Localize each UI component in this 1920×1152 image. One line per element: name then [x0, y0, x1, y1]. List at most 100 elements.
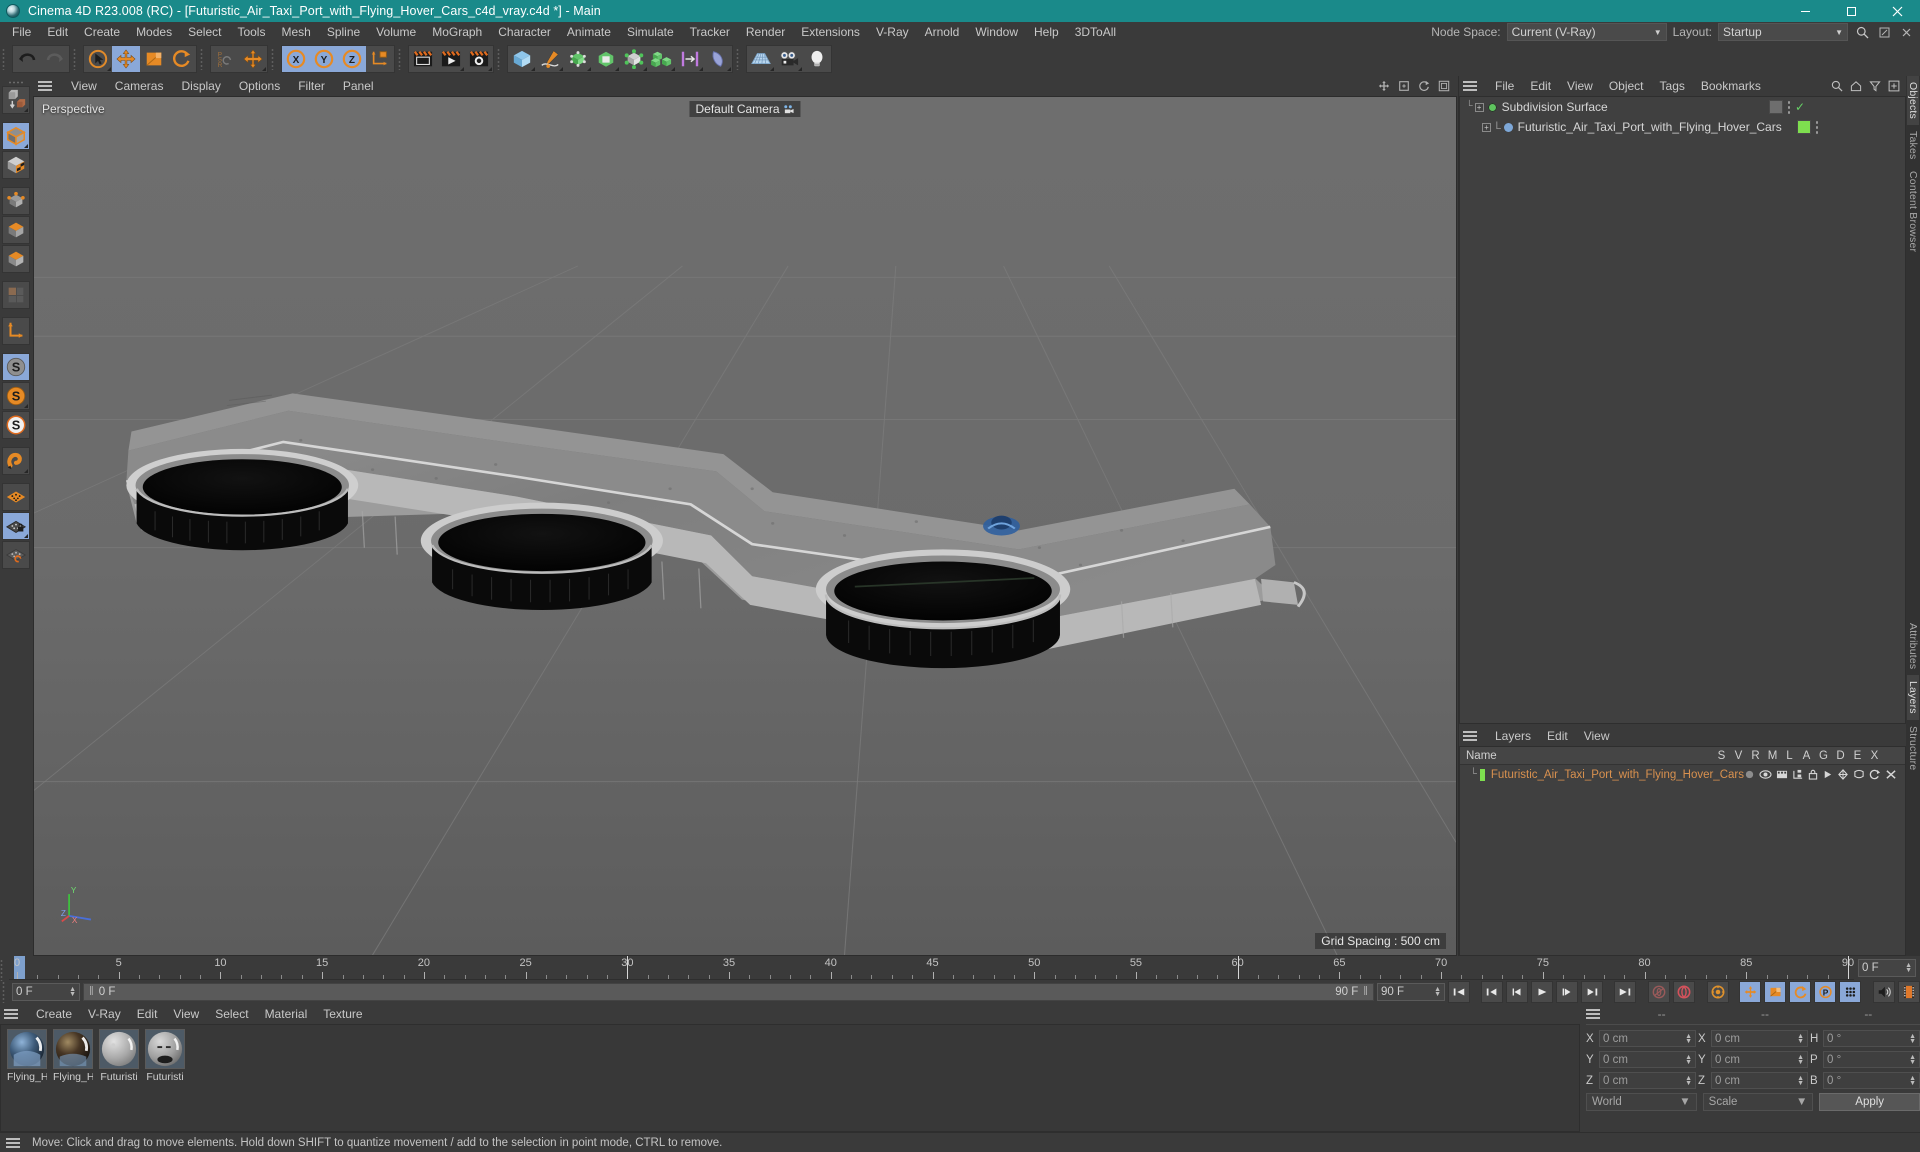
status-bar-menu-icon[interactable]: [6, 1136, 22, 1150]
toolbar-drag-handle[interactable]: [73, 45, 80, 73]
material-thumbnail[interactable]: [53, 1029, 93, 1069]
menu-character[interactable]: Character: [490, 22, 559, 42]
rotation-p-field[interactable]: 0 ° ▲ ▼: [1823, 1051, 1920, 1068]
add-array-button[interactable]: [620, 46, 648, 72]
lm-menu-layers[interactable]: Layers: [1487, 726, 1539, 746]
toolbar-drag-handle[interactable]: [497, 45, 504, 73]
om-menu-view[interactable]: View: [1559, 76, 1601, 96]
om-menu-object[interactable]: Object: [1601, 76, 1652, 96]
menu-extensions[interactable]: Extensions: [793, 22, 868, 42]
home-icon[interactable]: [1850, 80, 1862, 92]
lock-icon[interactable]: [1808, 769, 1818, 780]
render-view-button[interactable]: [409, 46, 437, 72]
sound-button[interactable]: [1873, 981, 1895, 1003]
move-axis-tool[interactable]: [239, 46, 267, 72]
xpresso-icon[interactable]: [1885, 769, 1897, 780]
go-to-next-key-button[interactable]: [1581, 981, 1603, 1003]
tab-layers[interactable]: Layers: [1907, 674, 1919, 720]
uv-mode-button[interactable]: [2, 281, 30, 309]
add-spline-button[interactable]: [536, 46, 564, 72]
material-item[interactable]: Flying_H: [53, 1029, 93, 1083]
animation-icon[interactable]: [1822, 769, 1833, 780]
go-to-end-button[interactable]: [1614, 981, 1636, 1003]
go-to-next-frame-button[interactable]: [1556, 981, 1578, 1003]
coordinate-manager-menu-icon[interactable]: [1586, 1007, 1602, 1021]
close-panel-icon[interactable]: [1898, 24, 1914, 40]
om-menu-edit[interactable]: Edit: [1522, 76, 1559, 96]
deformers-icon[interactable]: [1853, 769, 1865, 780]
material-item[interactable]: Flying_H: [7, 1029, 47, 1083]
go-to-previous-key-button[interactable]: [1481, 981, 1503, 1003]
search-icon[interactable]: [1854, 24, 1870, 40]
tag-dots-icon[interactable]: [1815, 120, 1819, 134]
viewport-menu-panel[interactable]: Panel: [334, 76, 383, 96]
quantize-button[interactable]: S: [2, 411, 30, 439]
menu-select[interactable]: Select: [180, 22, 229, 42]
menu-mesh[interactable]: Mesh: [273, 22, 318, 42]
model-mode-button[interactable]: [2, 122, 30, 150]
tab-takes[interactable]: Takes: [1907, 125, 1919, 165]
toolbar-drag-handle[interactable]: [736, 45, 743, 73]
layer-list[interactable]: Name S V R M L A G D E X └ Futuristic_Ai…: [1459, 746, 1906, 956]
lm-menu-edit[interactable]: Edit: [1539, 726, 1576, 746]
tab-attributes[interactable]: Attributes: [1907, 617, 1919, 675]
toolbar-drag-handle[interactable]: [271, 45, 278, 73]
object-manager-tree[interactable]: └ + Subdivision Surface ✓ + L Futuristic…: [1459, 96, 1906, 724]
add-icon[interactable]: [1888, 80, 1900, 92]
timeline-range-slider[interactable]: ‖ 0 F 90 F ‖: [83, 983, 1374, 1001]
layer-color-swatch[interactable]: [1797, 120, 1811, 134]
menu-spline[interactable]: Spline: [319, 22, 368, 42]
edges-mode-button[interactable]: [2, 216, 30, 244]
tag-swatch-icon[interactable]: [1768, 100, 1783, 114]
timeline-ruler[interactable]: 051015202530354045505560657075808590: [9, 956, 1854, 980]
spinner-icon[interactable]: ▲ ▼: [69, 986, 76, 998]
viewport-menu-view[interactable]: View: [62, 76, 106, 96]
spinner-icon[interactable]: ▲ ▼: [1909, 1075, 1916, 1087]
expand-icon[interactable]: +: [1482, 122, 1491, 132]
live-selection-tool[interactable]: [84, 46, 112, 72]
menu-simulate[interactable]: Simulate: [619, 22, 682, 42]
material-item[interactable]: Futuristi: [99, 1029, 139, 1083]
om-menu-bookmarks[interactable]: Bookmarks: [1693, 76, 1769, 96]
viewport-camera-label[interactable]: Default Camera: [689, 101, 801, 117]
add-mograph-cloner-button[interactable]: [648, 46, 676, 72]
axis-mode-button[interactable]: [2, 317, 30, 345]
scale-tool[interactable]: [140, 46, 168, 72]
workplane-button[interactable]: [2, 483, 30, 511]
parameter-key-button[interactable]: P: [1814, 981, 1836, 1003]
menu-render[interactable]: Render: [738, 22, 793, 42]
align-workplane-button[interactable]: [2, 541, 30, 569]
menu-arnold[interactable]: Arnold: [917, 22, 968, 42]
maximize-button[interactable]: [1828, 0, 1874, 22]
redo-button[interactable]: [41, 46, 69, 72]
enable-snapping-button[interactable]: S: [2, 353, 30, 381]
autokeying-button[interactable]: [1673, 981, 1695, 1003]
generators-icon[interactable]: [1837, 769, 1849, 780]
size-x-field[interactable]: 0 cm ▲ ▼: [1711, 1030, 1808, 1047]
transform-mode-select[interactable]: Scale ▼: [1702, 1092, 1814, 1111]
toolbar-drag-handle[interactable]: [2, 45, 9, 73]
add-nurbs-button[interactable]: [564, 46, 592, 72]
add-light-button[interactable]: [803, 46, 831, 72]
viewport-menu-icon[interactable]: [38, 79, 54, 93]
add-cube-button[interactable]: [508, 46, 536, 72]
undo-button[interactable]: [13, 46, 41, 72]
menu-volume[interactable]: Volume: [368, 22, 424, 42]
expressions-icon[interactable]: [1869, 769, 1881, 780]
spinner-icon[interactable]: ▲ ▼: [1909, 1054, 1916, 1066]
add-subdivision-surface-button[interactable]: [592, 46, 620, 72]
spinner-icon[interactable]: ▲ ▼: [1685, 1033, 1692, 1045]
manager-icon[interactable]: [1792, 769, 1804, 780]
render-to-picture-viewer-button[interactable]: [437, 46, 465, 72]
apply-button[interactable]: Apply: [1819, 1092, 1920, 1111]
scale-key-button[interactable]: [1764, 981, 1786, 1003]
z-axis-toggle[interactable]: Z: [338, 46, 366, 72]
position-x-field[interactable]: 0 cm ▲ ▼: [1599, 1030, 1696, 1047]
spinner-icon[interactable]: ▲ ▼: [1797, 1075, 1804, 1087]
material-list[interactable]: Flying_H Flying_H Futuristi Futuristi: [0, 1024, 1580, 1132]
enabled-check-icon[interactable]: ✓: [1795, 100, 1805, 114]
size-z-field[interactable]: 0 cm ▲ ▼: [1711, 1072, 1808, 1089]
mm-menu-texture[interactable]: Texture: [315, 1004, 370, 1024]
menu-tools[interactable]: Tools: [229, 22, 273, 42]
position-z-field[interactable]: 0 cm ▲ ▼: [1599, 1072, 1696, 1089]
